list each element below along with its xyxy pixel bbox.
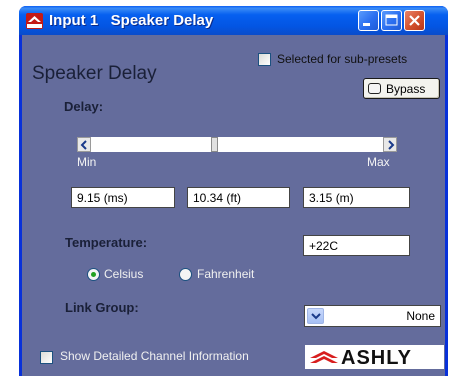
maximize-button[interactable]	[381, 10, 402, 31]
celsius-radio-dot	[91, 272, 96, 277]
temperature-label: Temperature:	[65, 235, 148, 250]
celsius-radio[interactable]	[87, 268, 100, 281]
delay-slider[interactable]	[77, 137, 397, 152]
ashly-logo-text: ASHLY	[341, 347, 412, 369]
subpreset-label[interactable]: Selected for sub-presets	[277, 52, 407, 66]
detail-info-label[interactable]: Show Detailed Channel Information	[60, 349, 249, 363]
ashly-app-icon[interactable]	[26, 13, 43, 29]
delay-m-field[interactable]: 3.15 (m)	[303, 187, 410, 208]
link-group-label: Link Group:	[65, 300, 139, 315]
bypass-indicator-icon	[368, 83, 381, 94]
ashly-logo-icon	[310, 351, 338, 363]
panel-title: Speaker Delay	[32, 63, 157, 84]
slider-min-label: Min	[77, 155, 97, 169]
minimize-button[interactable]	[358, 10, 379, 31]
detail-info-checkbox[interactable]	[40, 351, 53, 364]
delay-ft-field[interactable]: 10.34 (ft)	[187, 187, 290, 208]
link-group-value: None	[406, 309, 435, 323]
slider-left-arrow-icon[interactable]	[77, 137, 91, 152]
fahrenheit-label[interactable]: Fahrenheit	[197, 267, 254, 281]
bypass-label: Bypass	[386, 82, 426, 96]
celsius-label[interactable]: Celsius	[104, 267, 143, 281]
delay-slider-thumb[interactable]	[211, 137, 218, 152]
speaker-delay-panel: Speaker Delay Selected for sub-presets B…	[22, 35, 445, 376]
temperature-field[interactable]: +22C	[303, 235, 410, 256]
title-bar[interactable]: Input 1 Speaker Delay	[19, 6, 448, 35]
window-title: Input 1 Speaker Delay	[49, 12, 214, 29]
link-group-dropdown[interactable]: None	[304, 305, 441, 327]
speaker-delay-window: Input 1 Speaker Delay Speaker Delay Sele…	[19, 6, 448, 376]
subpreset-checkbox[interactable]	[258, 53, 271, 66]
slider-max-label: Max	[367, 155, 390, 169]
close-button[interactable]	[404, 10, 425, 31]
delay-ms-field[interactable]: 9.15 (ms)	[71, 187, 175, 208]
fahrenheit-radio[interactable]	[179, 268, 192, 281]
chevron-down-icon[interactable]	[307, 308, 324, 324]
delay-label: Delay:	[64, 99, 104, 114]
slider-right-arrow-icon[interactable]	[383, 137, 397, 152]
ashly-logo: ASHLY	[305, 345, 444, 369]
bypass-button[interactable]: Bypass	[363, 78, 440, 99]
